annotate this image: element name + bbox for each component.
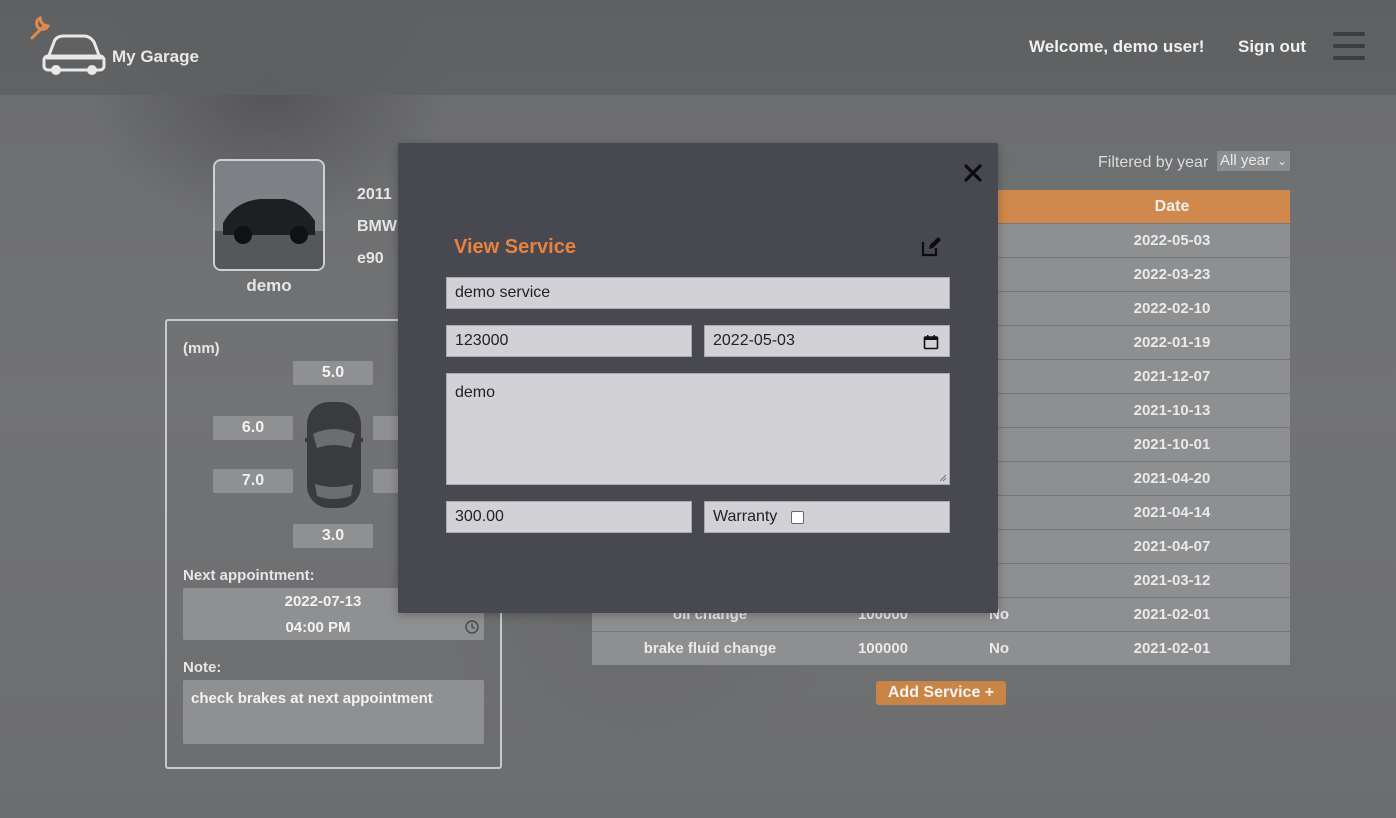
date-cell: 2021-02-01	[1133, 606, 1211, 623]
warranty-field: Warranty	[704, 501, 950, 533]
appointment-label: Next appointment:	[183, 567, 315, 584]
date-cell: 2021-02-01	[1133, 640, 1211, 657]
description-textarea[interactable]: demo	[446, 373, 950, 485]
date-cell: 2022-01-19	[1133, 334, 1211, 351]
resize-grip-icon[interactable]	[939, 474, 947, 482]
date-input[interactable]: 2022-05-03	[704, 325, 950, 357]
brand-name[interactable]: My Garage	[112, 47, 199, 67]
car-top-view-icon	[305, 402, 363, 508]
description-value: demo	[455, 384, 496, 401]
car-year: 2011	[357, 186, 392, 203]
edit-icon[interactable]	[920, 236, 942, 258]
date-cell: 2022-05-03	[1133, 232, 1211, 249]
tire-left-front-input[interactable]: 6.0	[213, 416, 293, 440]
service-name-input[interactable]: demo service	[446, 277, 950, 309]
service-name-cell: brake fluid change	[643, 640, 777, 657]
car-image-icon	[215, 161, 323, 269]
header-date[interactable]: Date	[1060, 190, 1284, 223]
date-cell: 2021-10-01	[1133, 436, 1211, 453]
close-icon[interactable]	[962, 162, 984, 184]
filter-label: Filtered by year	[1098, 154, 1209, 171]
modal-title: View Service	[454, 236, 576, 258]
tire-front-input[interactable]: 5.0	[293, 361, 373, 385]
date-cell: 2022-02-10	[1133, 300, 1211, 317]
date-cell: 2021-10-13	[1133, 402, 1211, 419]
car-make: BMW	[357, 218, 397, 235]
date-cell: 2021-12-07	[1133, 368, 1211, 385]
date-cell: 2022-03-23	[1133, 266, 1211, 283]
warranty-cell: No	[989, 640, 1009, 657]
year-filter-value: All year	[1220, 152, 1271, 169]
mileage-cell: 100000	[857, 640, 909, 657]
warranty-checkbox[interactable]	[791, 510, 805, 524]
date-cell: 2021-04-20	[1133, 470, 1211, 487]
clock-icon[interactable]	[465, 620, 479, 634]
tire-rear-input[interactable]: 3.0	[293, 524, 373, 548]
date-cell: 2021-04-14	[1133, 504, 1211, 521]
year-filter-select[interactable]: All year ⌄	[1217, 151, 1290, 171]
sign-out-link[interactable]: Sign out	[1238, 37, 1306, 57]
table-row[interactable]: brake fluid change 100000 No 2021-02-01	[592, 631, 1290, 665]
tire-left-rear-input[interactable]: 7.0	[213, 469, 293, 493]
date-value: 2022-05-03	[713, 332, 795, 349]
calendar-icon[interactable]	[923, 334, 939, 350]
add-service-button[interactable]: Add Service +	[876, 681, 1006, 705]
note-textarea[interactable]: check brakes at next appointment	[183, 680, 484, 744]
car-model: e90	[357, 250, 384, 267]
appointment-time: 04:00 PM	[285, 619, 351, 636]
cost-input[interactable]: 300.00	[446, 501, 692, 533]
view-service-modal: View Service demo service 123000 2022-05…	[398, 143, 998, 613]
hamburger-menu-icon[interactable]	[1333, 32, 1365, 60]
note-label: Note:	[183, 659, 222, 676]
garage-logo-icon[interactable]	[28, 12, 108, 78]
car-photo[interactable]	[213, 159, 325, 271]
date-cell: 2021-03-12	[1133, 572, 1211, 589]
welcome-message: Welcome, demo user!	[1029, 37, 1205, 56]
tire-unit-label: (mm)	[183, 340, 220, 357]
date-cell: 2021-04-07	[1133, 538, 1211, 555]
chevron-down-icon: ⌄	[1276, 154, 1287, 168]
warranty-label: Warranty	[713, 508, 778, 525]
car-name: demo	[246, 276, 292, 295]
mileage-input[interactable]: 123000	[446, 325, 692, 357]
top-navbar: My Garage Welcome, demo user! Sign out	[0, 0, 1396, 95]
